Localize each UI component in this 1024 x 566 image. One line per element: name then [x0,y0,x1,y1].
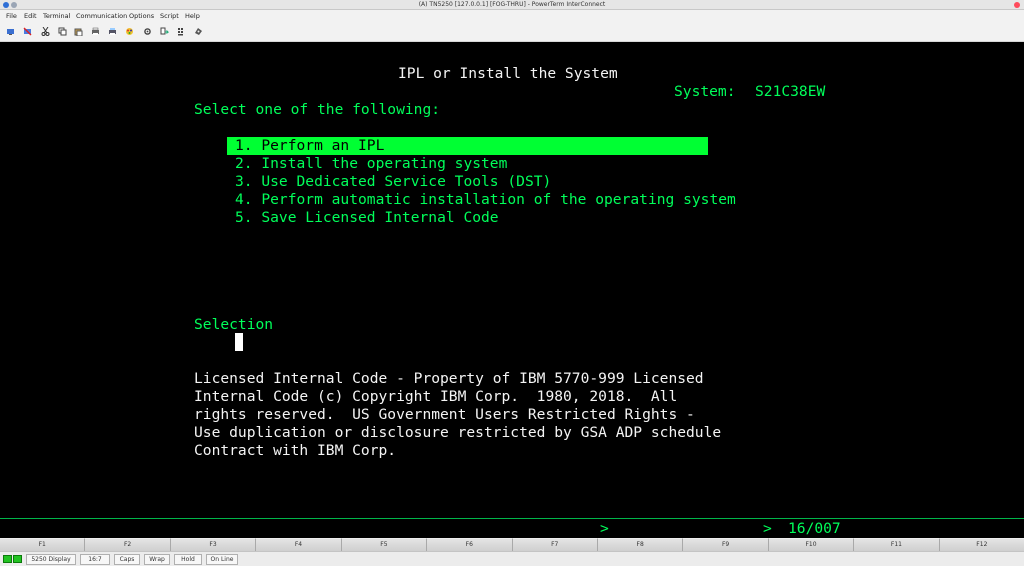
selection-input-cursor[interactable] [235,333,243,351]
fkey-f2[interactable]: F2 [85,538,171,551]
menu-communication[interactable]: Communication [76,10,127,23]
print-icon[interactable] [91,27,100,36]
file-transfer-icon[interactable] [160,27,169,36]
oia-indicator-1: > [600,520,609,537]
print-screen-icon[interactable] [108,27,117,36]
option-dst[interactable]: 3. Use Dedicated Service Tools (DST) [235,173,551,191]
menu-terminal[interactable]: Terminal [43,10,70,23]
fkey-f1[interactable]: F1 [0,538,86,551]
status-session-type: 5250 Display [26,554,76,565]
status-caps: Caps [114,554,140,565]
system-label: System: [674,83,736,100]
fkey-f9[interactable]: F9 [683,538,769,551]
disconnect-icon[interactable] [23,27,32,36]
copyright-line-1: Licensed Internal Code - Property of IBM… [194,370,704,387]
fkey-f3[interactable]: F3 [170,538,257,551]
menu-file[interactable]: File [6,10,17,23]
connect-icon[interactable] [6,27,15,36]
option-save-lic[interactable]: 5. Save Licensed Internal Code [235,209,499,227]
toolbar [0,23,1024,42]
copyright-line-2: Internal Code (c) Copyright IBM Corp. 19… [194,388,678,405]
copyright-line-3: rights reserved. US Government Users Res… [194,406,695,423]
close-icon[interactable] [1014,2,1020,8]
option-perform-ipl[interactable]: 1. Perform an IPL [235,137,384,155]
screen-prompt: Select one of the following: [194,101,441,118]
copyright-line-5: Contract with IBM Corp. [194,442,397,459]
cut-icon[interactable] [41,27,50,36]
option-auto-install[interactable]: 4. Perform automatic installation of the… [235,191,736,209]
menu-edit[interactable]: Edit [24,10,37,23]
fkey-f12[interactable]: F12 [939,538,1024,551]
menu-script[interactable]: Script [160,10,179,23]
fkey-f11[interactable]: F11 [854,538,940,551]
menu-options[interactable]: Options [129,10,154,23]
keyboard-led-icon [13,555,22,563]
status-bar: 5250 Display 16:7 Caps Wrap Hold On Line [0,551,1024,566]
status-cursor-pos: 16:7 [80,554,110,565]
cursor-position: 16/007 [788,520,841,537]
menu-bar: File Edit Terminal Communication Options… [0,10,1024,23]
status-wrap: Wrap [144,554,170,565]
copy-icon[interactable] [58,27,67,36]
fkey-f8[interactable]: F8 [597,538,684,551]
option-install-os[interactable]: 2. Install the operating system [235,155,507,173]
color-icon[interactable] [125,27,134,36]
selection-label: Selection [194,316,274,333]
terminal-screen[interactable]: IPL or Install the System System: S21C38… [0,42,1024,518]
operator-info-area: > > 16/007 [0,518,1024,538]
fkey-f10[interactable]: F10 [768,538,855,551]
paste-icon[interactable] [74,27,83,36]
copyright-line-4: Use duplication or disclosure restricted… [194,424,722,441]
system-name: S21C38EW [755,83,826,100]
macro-icon[interactable] [194,27,203,36]
fkey-f4[interactable]: F4 [256,538,342,551]
screen-title: IPL or Install the System [398,65,618,82]
keypad-icon[interactable] [177,27,186,36]
fkey-f6[interactable]: F6 [427,538,513,551]
window-title: (A) TN5250 [127.0.0.1] [FOG-THRU] - Powe… [418,1,606,8]
settings-icon[interactable] [143,27,152,36]
fkey-f7[interactable]: F7 [512,538,598,551]
connection-led-icon [3,555,12,563]
status-online: On Line [206,554,238,565]
menu-help[interactable]: Help [185,10,200,23]
fkey-f5[interactable]: F5 [341,538,428,551]
function-key-bar: F1 F2 F3 F4 F5 F6 F7 F8 F9 F10 F11 F12 [0,538,1024,551]
status-hold: Hold [174,554,202,565]
oia-indicator-2: > [763,520,772,537]
window-title-bar: (A) TN5250 [127.0.0.1] [FOG-THRU] - Powe… [0,0,1024,10]
